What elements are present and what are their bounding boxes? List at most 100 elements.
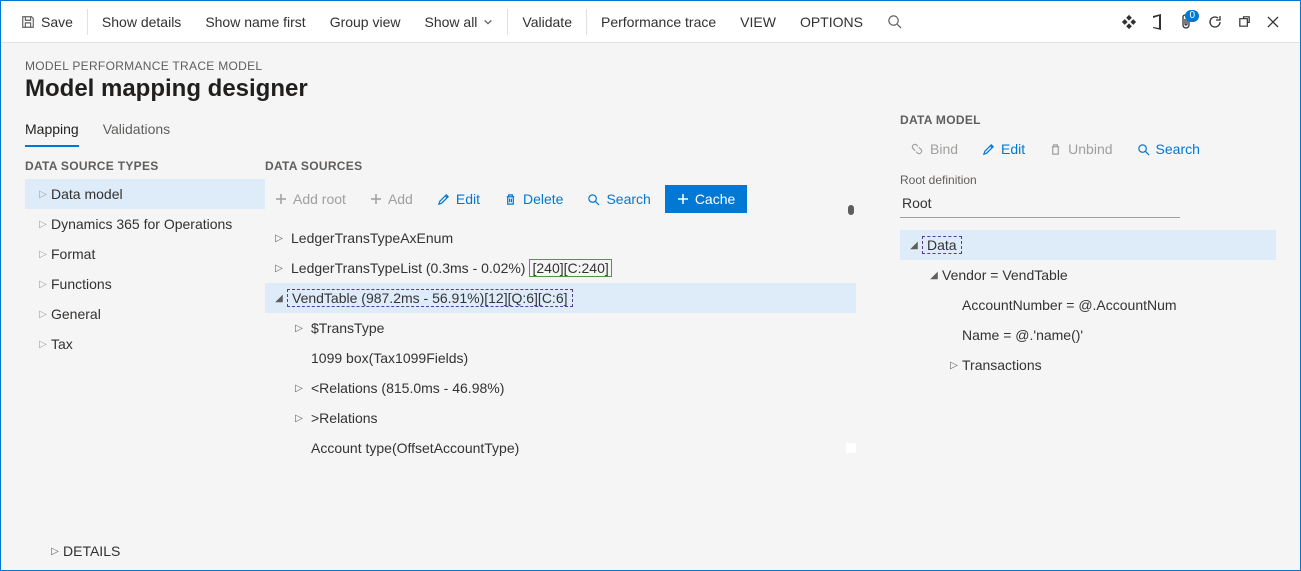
caret-right-icon: ▷ <box>271 233 287 244</box>
dm-edit-button[interactable]: Edit <box>972 137 1035 161</box>
delete-button[interactable]: Delete <box>494 185 573 213</box>
add-button[interactable]: Add <box>360 185 423 213</box>
root-def-field[interactable]: Root <box>900 191 1180 218</box>
popout-icon[interactable] <box>1237 14 1252 29</box>
ds-header: DATA SOURCES <box>265 159 856 173</box>
tab-validations[interactable]: Validations <box>103 121 170 147</box>
caret-right-icon: ▷ <box>35 189 51 200</box>
caret-right-icon: ▷ <box>35 339 51 350</box>
tab-mapping[interactable]: Mapping <box>25 121 79 147</box>
ds-row-ledgertranstypelist[interactable]: ▷LedgerTransTypeList (0.3ms - 0.02%)[240… <box>265 253 856 283</box>
dst-item-format[interactable]: ▷Format <box>25 239 265 269</box>
scroll-thumb[interactable] <box>846 443 856 453</box>
ds-tree: ▷LedgerTransTypeAxEnum ▷LedgerTransTypeL… <box>265 223 856 463</box>
show-name-first-button[interactable]: Show name first <box>193 1 317 42</box>
chevron-down-icon <box>483 17 493 27</box>
search-icon <box>587 193 600 206</box>
dst-item-functions[interactable]: ▷Functions <box>25 269 265 299</box>
caret-down-icon: ◢ <box>906 240 922 251</box>
dm-toolbar: Bind Edit Unbind Search <box>900 137 1276 161</box>
dst-item-tax[interactable]: ▷Tax <box>25 329 265 359</box>
ds-row-gt-relations[interactable]: ▷>Relations <box>265 403 856 433</box>
dm-row-transactions[interactable]: ▷Transactions <box>900 350 1276 380</box>
caret-right-icon: ▷ <box>271 263 287 274</box>
caret-down-icon: ◢ <box>926 270 942 281</box>
toolbar-right: 0 <box>1121 14 1292 30</box>
dm-row-name[interactable]: Name = @.'name()' <box>900 320 1276 350</box>
view-button[interactable]: VIEW <box>728 1 788 42</box>
caret-right-icon: ▷ <box>35 279 51 290</box>
ds-row-1099box[interactable]: 1099 box(Tax1099Fields) <box>265 343 856 373</box>
dst-item-general[interactable]: ▷General <box>25 299 265 329</box>
apps-icon[interactable] <box>1121 14 1137 30</box>
link-icon <box>910 142 924 156</box>
caret-right-icon: ▷ <box>35 309 51 320</box>
ds-scrollbar[interactable] <box>844 205 856 538</box>
trash-icon <box>1049 143 1062 156</box>
search-icon <box>1137 143 1150 156</box>
vendtable-selected-text: VendTable (987.2ms - 56.91%)[12][Q:6][C:… <box>287 289 573 307</box>
performance-trace-button[interactable]: Performance trace <box>589 1 728 42</box>
save-button[interactable]: Save <box>9 1 85 42</box>
refresh-icon[interactable] <box>1207 14 1223 30</box>
dm-row-vendor[interactable]: ◢Vendor = VendTable <box>900 260 1276 290</box>
search-icon <box>887 14 902 29</box>
scroll-thumb[interactable] <box>848 205 854 215</box>
show-details-button[interactable]: Show details <box>90 1 193 42</box>
close-icon[interactable] <box>1266 15 1280 29</box>
data-model-panel: DATA MODEL Bind Edit Unbind Search Root … <box>880 43 1300 570</box>
dm-row-data[interactable]: ◢Data <box>900 230 1276 260</box>
plus-icon <box>677 193 689 205</box>
unbind-button[interactable]: Unbind <box>1039 137 1122 161</box>
edit-button[interactable]: Edit <box>427 185 490 213</box>
dm-search-button[interactable]: Search <box>1127 137 1210 161</box>
ds-row-lt-relations[interactable]: ▷<Relations (815.0ms - 46.98%) <box>265 373 856 403</box>
data-source-types-panel: DATA SOURCE TYPES ▷Data model ▷Dynamics … <box>25 159 265 538</box>
ds-row-vendtable[interactable]: ◢VendTable (987.2ms - 56.91%)[12][Q:6][C… <box>265 283 856 313</box>
separator <box>507 9 508 35</box>
caret-right-icon: ▷ <box>35 249 51 260</box>
cache-stats-box: [240][C:240] <box>529 259 611 277</box>
ds-row-account-type[interactable]: Account type(OffsetAccountType) <box>265 433 856 463</box>
options-button[interactable]: OPTIONS <box>788 1 875 42</box>
bind-button[interactable]: Bind <box>900 137 968 161</box>
dst-header: DATA SOURCE TYPES <box>25 159 265 173</box>
group-view-button[interactable]: Group view <box>318 1 413 42</box>
caret-down-icon: ◢ <box>271 293 287 304</box>
show-all-dropdown[interactable]: Show all <box>413 1 506 42</box>
pencil-icon <box>437 193 450 206</box>
details-expand[interactable]: ▷ DETAILS <box>25 538 856 564</box>
caret-right-icon: ▷ <box>47 546 63 557</box>
breadcrumb: MODEL PERFORMANCE TRACE MODEL <box>25 59 856 73</box>
trash-icon <box>504 193 517 206</box>
tabs: Mapping Validations <box>25 121 856 147</box>
caret-right-icon: ▷ <box>946 360 962 371</box>
validate-button[interactable]: Validate <box>510 1 584 42</box>
dst-item-d365[interactable]: ▷Dynamics 365 for Operations <box>25 209 265 239</box>
cache-button[interactable]: Cache <box>665 185 747 213</box>
ds-row-ledgertranstypeaxenum[interactable]: ▷LedgerTransTypeAxEnum <box>265 223 856 253</box>
dst-item-data-model[interactable]: ▷Data model <box>25 179 265 209</box>
badge-count: 0 <box>1185 10 1199 22</box>
root-def-label: Root definition <box>900 173 1276 187</box>
office-icon[interactable] <box>1151 14 1165 30</box>
pencil-icon <box>982 143 995 156</box>
plus-icon <box>370 193 382 205</box>
search-button[interactable] <box>875 1 914 42</box>
attachments-icon[interactable]: 0 <box>1179 14 1193 30</box>
caret-right-icon: ▷ <box>291 413 307 424</box>
content-area: MODEL PERFORMANCE TRACE MODEL Model mapp… <box>1 43 1300 570</box>
separator <box>87 9 88 35</box>
caret-right-icon: ▷ <box>291 323 307 334</box>
page-title: Model mapping designer <box>25 75 856 103</box>
dm-row-accountnumber[interactable]: AccountNumber = @.AccountNum <box>900 290 1276 320</box>
caret-right-icon: ▷ <box>291 383 307 394</box>
ds-search-button[interactable]: Search <box>577 185 660 213</box>
add-root-button[interactable]: Add root <box>265 185 356 213</box>
caret-right-icon: ▷ <box>35 219 51 230</box>
dm-tree: ◢Data ◢Vendor = VendTable AccountNumber … <box>900 230 1276 380</box>
ds-toolbar: Add root Add Edit Delete <box>265 179 856 219</box>
ds-row-transtype[interactable]: ▷$TransType <box>265 313 856 343</box>
data-sources-panel: DATA SOURCES Add root Add Edit <box>265 159 856 538</box>
top-toolbar: Save Show details Show name first Group … <box>1 1 1300 43</box>
